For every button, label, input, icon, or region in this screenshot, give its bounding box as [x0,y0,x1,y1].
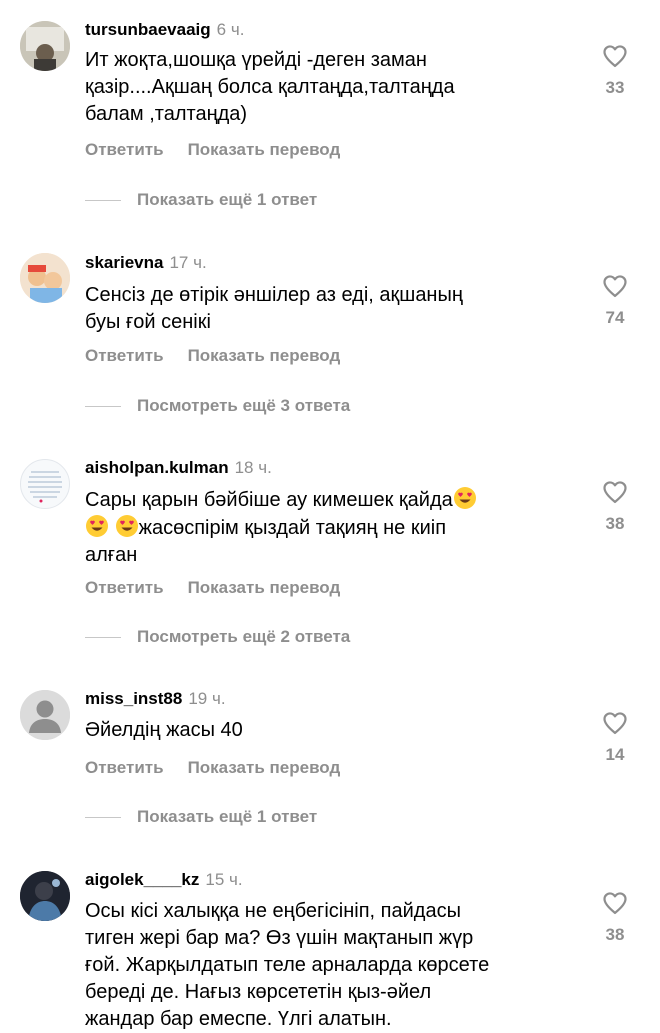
like-count: 14 [605,745,625,764]
comment-text: Ит жоқта,шошқа үрейді -деген заман қазір… [85,47,555,128]
like-control[interactable]: 14 [598,709,632,765]
like-control[interactable]: 38 [598,478,632,534]
heart-icon[interactable] [601,709,629,737]
comment-text: Әйелдің жасы 40 [85,717,555,744]
avatar[interactable] [20,871,70,921]
heart-icon[interactable] [601,478,629,506]
comment-line: буы ғой сенікі [85,311,211,333]
comment-text: Сары қарын бәйбіше ау кимешек қайда жасө… [85,486,555,569]
view-replies-label: Показать ещё 1 ответ [137,807,318,826]
divider [85,405,121,407]
comment-header: aigolek____kz 15 ч. [85,870,243,890]
like-count: 38 [605,514,625,533]
heart-eyes-emoji-icon [115,514,139,538]
comment-line: қазір....Ақшаң болса қалтаңда,талтаңда [85,76,455,98]
heart-icon[interactable] [601,272,629,300]
comment-actions: Ответить Показать перевод [85,140,364,160]
comment-header: tursunbaevaaig 6 ч. [85,20,244,40]
show-translation-button[interactable]: Показать перевод [188,140,341,159]
comment-line: Сенсіз де өтірік әншілер аз еді, ақшаның [85,284,463,306]
comment-line: алған [85,544,138,566]
avatar[interactable] [20,21,70,71]
username[interactable]: skarievna [85,253,163,272]
comment-header: miss_inst88 19 ч. [85,689,226,709]
timestamp: 15 ч. [205,870,243,889]
comment-line: Ит жоқта,шошқа үрейді -деген заман [85,49,427,71]
comment-actions: Ответить Показать перевод [85,346,364,366]
comment-line: жасөспірім қыздай тақияң не киіп [85,514,555,542]
divider [85,816,121,818]
show-translation-button[interactable]: Показать перевод [188,758,341,777]
username[interactable]: aisholpan.kulman [85,458,229,477]
heart-icon[interactable] [601,889,629,917]
comment-header: skarievna 17 ч. [85,253,207,273]
username[interactable]: aigolek____kz [85,870,199,889]
comment-line: тиген жері бар ма? Өз үшін мақтанып жүр [85,927,474,949]
view-replies-button[interactable]: Посмотреть ещё 2 ответа [85,627,350,647]
timestamp: 19 ч. [188,689,226,708]
divider [85,199,121,201]
comment-text: Сенсіз де өтірік әншілер аз еді, ақшаның… [85,282,555,336]
view-replies-label: Посмотреть ещё 3 ответа [137,396,351,415]
comment-line-text: жасөспірім қыздай тақияң не киіп [138,517,447,539]
comment-line: Сары қарын бәйбіше ау кимешек қайда [85,486,555,514]
comment-line: Осы кісі халыққа не еңбегісініп, пайдасы [85,900,461,922]
timestamp: 6 ч. [216,20,245,39]
comment-actions: Ответить Показать перевод [85,758,364,778]
like-count: 74 [605,308,625,327]
comment-line-text: Сары қарын бәйбіше ау кимешек қайда [85,489,453,511]
heart-eyes-emoji-icon [85,514,109,538]
comment-line: балам ,талтаңда) [85,103,248,125]
reply-button[interactable]: Ответить [85,758,164,777]
comment-line: Әйелдің жасы 40 [85,719,243,741]
comment-text: Осы кісі халыққа не еңбегісініп, пайдасы… [85,898,555,1033]
view-replies-label: Посмотреть ещё 2 ответа [137,627,351,646]
comment-header: aisholpan.kulman 18 ч. [85,458,272,478]
comment-line: береді де. Нағыз көрсететін қыз-әйел [85,981,432,1003]
view-replies-label: Показать ещё 1 ответ [137,190,318,209]
like-control[interactable]: 74 [598,272,632,328]
reply-button[interactable]: Ответить [85,346,164,365]
like-control[interactable]: 38 [598,889,632,945]
show-translation-button[interactable]: Показать перевод [188,578,341,597]
comment-actions: Ответить Показать перевод [85,578,364,598]
username[interactable]: tursunbaevaaig [85,20,211,39]
comment-line: жандар бар емеспе. Үлгі алатын. [85,1008,392,1030]
reply-button[interactable]: Ответить [85,140,164,159]
heart-eyes-emoji-icon [453,486,477,510]
view-replies-button[interactable]: Показать ещё 1 ответ [85,807,317,827]
like-count: 33 [605,78,625,97]
avatar[interactable] [20,459,70,509]
comment-line: ғой. Жарқылдатып теле арналарда көрсете [85,954,490,976]
avatar[interactable] [20,253,70,303]
timestamp: 17 ч. [169,253,207,272]
username[interactable]: miss_inst88 [85,689,182,708]
view-replies-button[interactable]: Показать ещё 1 ответ [85,190,317,210]
like-control[interactable]: 33 [598,42,632,98]
show-translation-button[interactable]: Показать перевод [188,346,341,365]
view-replies-button[interactable]: Посмотреть ещё 3 ответа [85,396,350,416]
heart-icon[interactable] [601,42,629,70]
timestamp: 18 ч. [234,458,272,477]
reply-button[interactable]: Ответить [85,578,164,597]
divider [85,636,121,638]
like-count: 38 [605,925,625,944]
avatar[interactable] [20,690,70,740]
